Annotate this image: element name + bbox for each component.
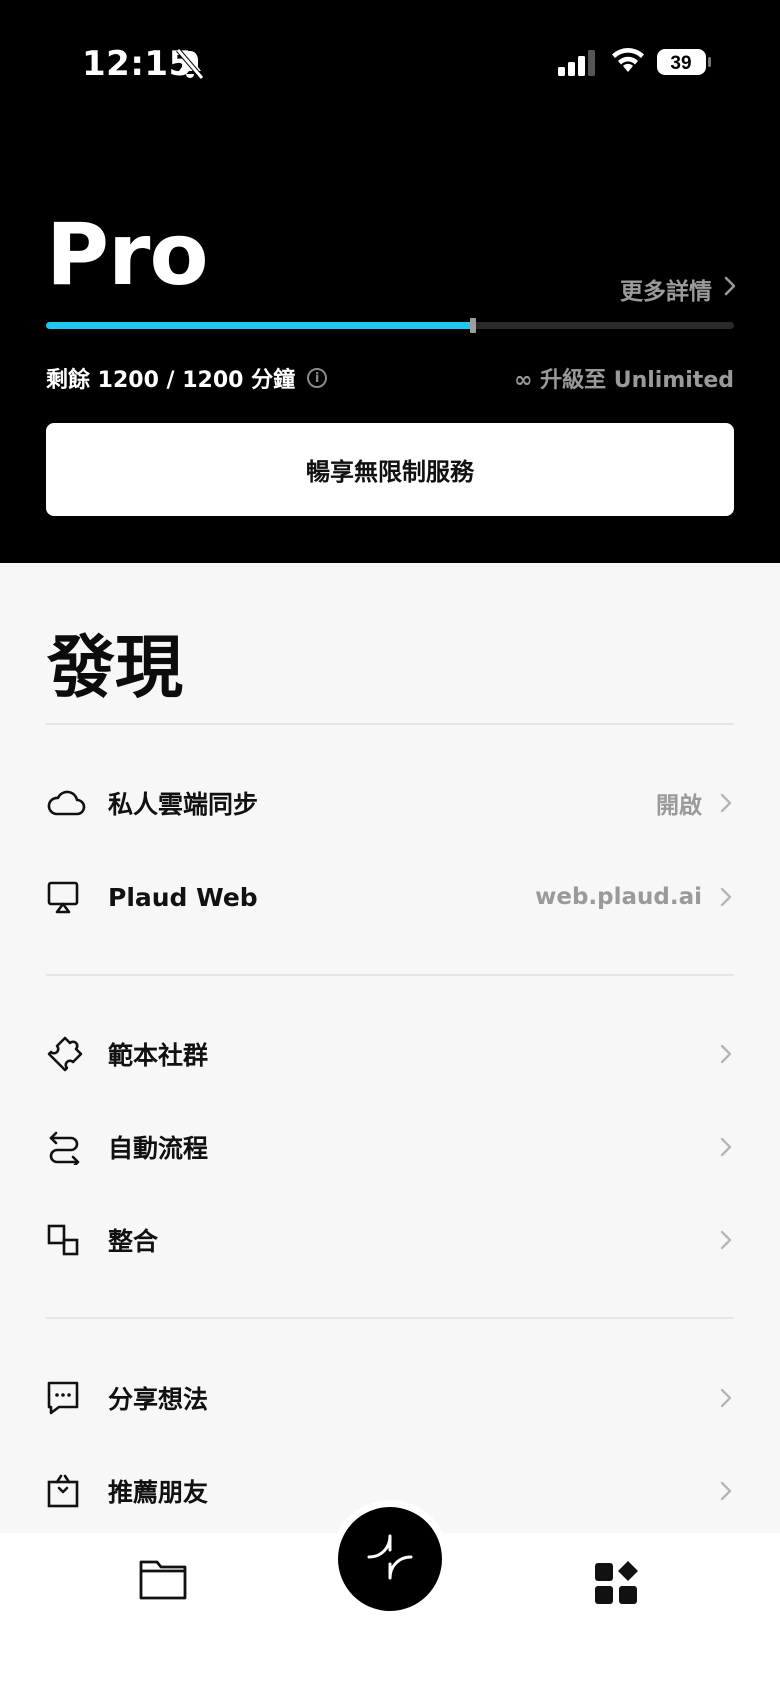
battery-icon: 39 [656, 48, 712, 80]
row-value: 開啟 [656, 793, 702, 819]
chevron-right-icon [720, 1479, 734, 1503]
monitor-icon [46, 875, 90, 919]
usage-progress-bar [46, 318, 734, 333]
status-bar: 12:15 39 [0, 0, 780, 130]
divider [46, 723, 734, 725]
info-icon[interactable]: i [307, 368, 328, 388]
chevron-right-icon [720, 791, 734, 815]
discover-title: 發現 [47, 629, 184, 708]
row-label: 分享想法 [108, 1385, 209, 1414]
plan-title: Pro [46, 205, 209, 305]
cloud-icon [46, 781, 90, 825]
row-automation-flows[interactable]: 自動流程 [46, 1117, 734, 1177]
chevron-right-icon [720, 1228, 734, 1252]
chevron-right-icon [720, 1386, 734, 1410]
record-button[interactable] [338, 1507, 442, 1611]
row-label: Plaud Web [108, 882, 258, 912]
divider [46, 974, 734, 976]
plan-header: 12:15 39 Pro 更多詳情 剩餘 1200 / 1200 分鐘 i ∞ … [0, 0, 780, 563]
integration-icon [46, 1218, 90, 1262]
more-details-link[interactable]: 更多詳情 [620, 272, 736, 306]
unlimited-service-button[interactable]: 暢享無限制服務 [46, 423, 734, 516]
upgrade-label: ∞ 升級至 Unlimited [514, 368, 734, 393]
chevron-right-icon [720, 1042, 734, 1066]
row-label: 私人雲端同步 [108, 790, 259, 819]
chevron-right-icon [724, 276, 736, 302]
row-template-community[interactable]: 範本社群 [46, 1024, 734, 1084]
row-label: 整合 [108, 1227, 159, 1256]
chevron-right-icon [720, 1135, 734, 1159]
row-label: 自動流程 [108, 1134, 209, 1163]
record-icon [367, 1534, 413, 1584]
divider [46, 1317, 734, 1319]
battery-level: 39 [670, 53, 691, 74]
gift-icon [46, 1469, 90, 1513]
puzzle-icon [46, 1032, 90, 1076]
row-share-ideas[interactable]: 分享想法 [46, 1368, 734, 1428]
row-plaud-web[interactable]: Plaud Web web.plaud.ai [46, 867, 734, 927]
chat-bubble-icon [46, 1376, 90, 1420]
more-details-label: 更多詳情 [620, 279, 712, 305]
workflow-icon [46, 1125, 90, 1169]
folder-icon[interactable] [138, 1556, 188, 1606]
row-integrations[interactable]: 整合 [46, 1210, 734, 1270]
row-label: 範本社群 [108, 1041, 209, 1070]
cellular-signal-icon [558, 50, 598, 80]
silent-bell-icon [175, 48, 205, 84]
usage-progress-marker [469, 318, 476, 333]
usage-progress-fill [46, 322, 473, 329]
remaining-minutes-label: 剩餘 1200 / 1200 分鐘 [46, 368, 296, 393]
upgrade-link[interactable]: ∞ 升級至 Unlimited [514, 362, 734, 394]
row-value: web.plaud.ai [535, 884, 702, 910]
chevron-right-icon [720, 885, 734, 909]
apps-grid-icon[interactable] [594, 1560, 640, 1610]
wifi-icon [610, 46, 646, 78]
remaining-minutes: 剩餘 1200 / 1200 分鐘 i [46, 362, 328, 394]
row-private-cloud-sync[interactable]: 私人雲端同步 開啟 [46, 773, 734, 833]
